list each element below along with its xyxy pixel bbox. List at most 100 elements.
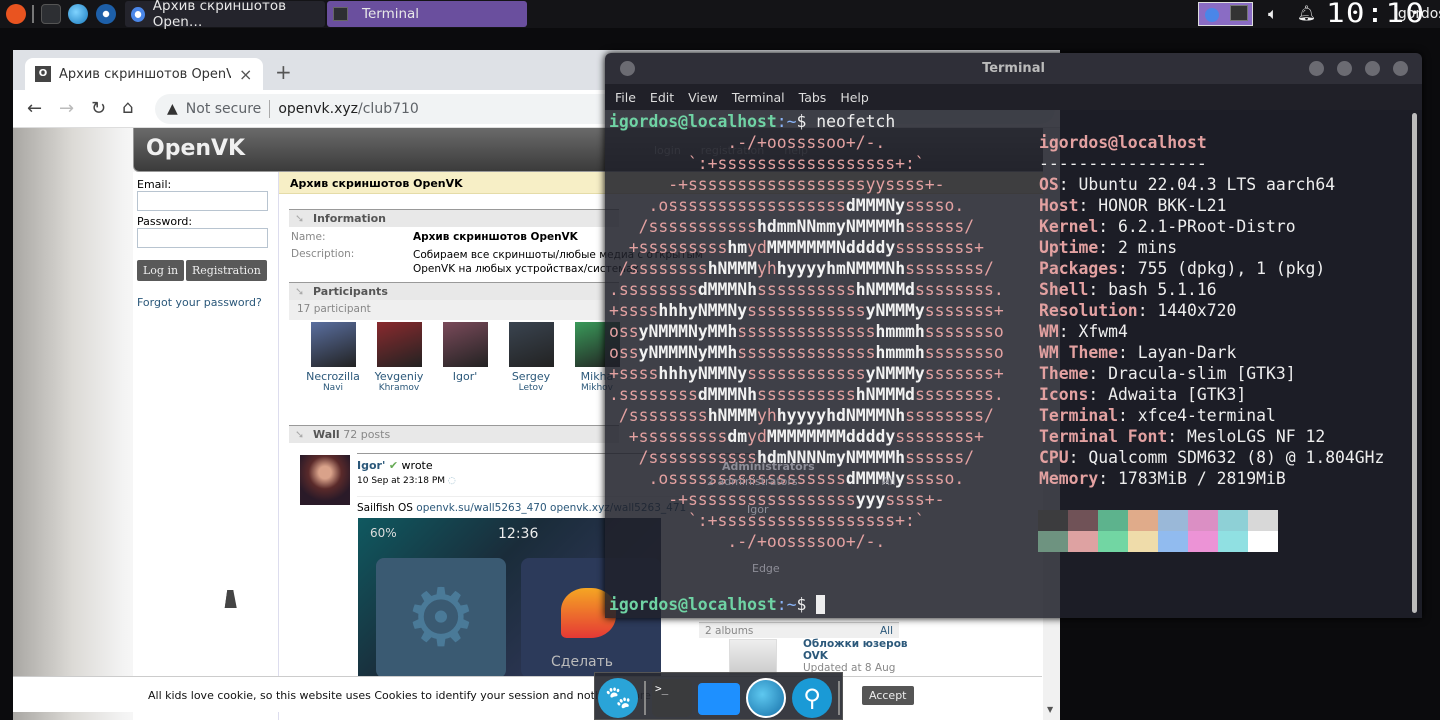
info-separator: -----------------: [1039, 154, 1207, 173]
info-row: Terminal Font: MesloLGS NF 12: [1039, 427, 1326, 446]
close-button[interactable]: [1393, 61, 1408, 76]
palette-swatch: [1158, 531, 1188, 552]
info-row: Shell: bash 5.1.16: [1039, 280, 1217, 299]
participant-avatar: [442, 322, 488, 367]
palette-swatch: [1248, 510, 1278, 531]
cookie-text: All kids love cookie, so this website us…: [148, 689, 655, 702]
terminal-icon: [333, 7, 348, 21]
art-line: /sssssssshNMMMyhhyyyyhdNMMMNhssssssss/: [609, 406, 994, 425]
browser-icon[interactable]: [746, 678, 786, 718]
openvk-logo[interactable]: OpenVK: [146, 136, 245, 161]
art-line: +sssshhhyNMMNyssssssssssssyNMMMysssssss+: [609, 364, 1004, 383]
reload-icon[interactable]: ↻: [91, 98, 106, 119]
participant[interactable]: Necrozilla Navi: [303, 322, 363, 393]
panel-separator: [32, 5, 34, 23]
art-line: .ossssssssssssssssssdMMMNysssso.: [609, 469, 965, 488]
favicon-icon: O: [35, 66, 51, 82]
info-header: igordos@localhost: [1039, 133, 1207, 152]
sticky-button[interactable]: [1309, 61, 1324, 76]
album-thumbnail[interactable]: [729, 639, 777, 675]
home-icon[interactable]: ⌂: [122, 97, 133, 118]
participant-avatar: [310, 322, 356, 367]
volume-icon[interactable]: 🔈︎: [1268, 4, 1278, 24]
participant[interactable]: Igor': [435, 322, 495, 383]
tab-active[interactable]: O Архив скриншотов OpenVK ×: [25, 58, 263, 90]
ubuntu-menu-icon[interactable]: [6, 4, 26, 24]
registration-button[interactable]: Registration: [186, 260, 267, 281]
information-header: Information: [289, 209, 619, 227]
email-field[interactable]: [137, 191, 268, 211]
terminal-scrollbar[interactable]: [1412, 113, 1417, 613]
participant[interactable]: Yevgeniy Khramov: [369, 322, 429, 393]
art-line: .-/+oossssoo+/-.: [609, 133, 886, 152]
art-line: `:+ssssssssssssssssss+:`: [609, 154, 925, 173]
maximize-button[interactable]: [1365, 61, 1380, 76]
art-line: -+sssssssssssssssssyyyssss+-: [609, 490, 945, 509]
window-menu-button[interactable]: [620, 61, 635, 76]
login-sidebar: Email: Password: Log in Registration For…: [133, 172, 279, 720]
cursor: [816, 595, 826, 614]
forward-icon[interactable]: →: [59, 98, 74, 119]
terminal-menubar: File Edit View Terminal Tabs Help: [605, 84, 1422, 110]
search-icon[interactable]: ⚲: [792, 678, 832, 718]
palette-swatch: [1188, 531, 1218, 552]
participant[interactable]: Sergey Letov: [501, 322, 561, 393]
settings-launcher-icon[interactable]: [96, 4, 116, 24]
gimp-icon[interactable]: 🐾︎: [598, 678, 638, 718]
menu-terminal[interactable]: Terminal: [732, 90, 785, 105]
password-field[interactable]: [137, 228, 268, 248]
art-line: /ssssssssssshdmmNNmmyNMMMMhssssss/: [609, 217, 975, 236]
palette-swatch: [1128, 510, 1158, 531]
menu-tabs[interactable]: Tabs: [799, 90, 827, 105]
albums-all-link[interactable]: All: [880, 625, 893, 637]
post-date[interactable]: 10 Sep at 23:18 PM: [357, 476, 445, 486]
notification-bell-icon[interactable]: 🔔︎: [1297, 4, 1316, 22]
info-row: WM: Xfwm4: [1039, 322, 1128, 341]
post-author[interactable]: Igor': [357, 459, 385, 472]
close-tab-icon[interactable]: ×: [239, 65, 252, 84]
info-row: Kernel: 6.2.1-PRoot-Distro: [1039, 217, 1296, 236]
menu-help[interactable]: Help: [840, 90, 869, 105]
mouse-cursor: [224, 590, 240, 608]
back-icon[interactable]: ←: [27, 98, 42, 119]
menu-edit[interactable]: Edit: [650, 90, 674, 105]
warning-icon: ▲: [167, 101, 178, 117]
login-button[interactable]: Log in: [137, 260, 185, 281]
neofetch-logo: .-/+oossssoo+/-. `:+ssssssssssssssssss+:…: [609, 132, 1004, 552]
palette-swatch: [1218, 531, 1248, 552]
workspace-switcher[interactable]: [1198, 2, 1253, 26]
task-label: Архив скриншотов Open…: [152, 0, 287, 30]
url-path: /club710: [358, 101, 419, 117]
tab-title: Архив скриншотов OpenVK: [59, 66, 231, 82]
neofetch-info: igordos@localhost ----------------- OS: Ub…: [1039, 132, 1384, 489]
prompt-line[interactable]: igordos@localhost:~$: [609, 594, 826, 615]
task-terminal[interactable]: Terminal: [327, 1, 527, 27]
terminal-titlebar[interactable]: Terminal: [605, 53, 1422, 84]
terminal-dock-icon[interactable]: >_: [652, 679, 692, 717]
art-line: +sssssssssdmydMMMMMMMMddddyssssssss+: [609, 427, 985, 446]
cookie-banner: All kids love cookie, so this website us…: [13, 676, 1042, 712]
files-icon[interactable]: [698, 683, 740, 715]
minimize-button[interactable]: [1337, 61, 1352, 76]
new-tab-button[interactable]: +: [275, 60, 292, 84]
palette-swatch: [1038, 531, 1068, 552]
task-browser[interactable]: Архив скриншотов Open…: [125, 0, 325, 30]
post-author-avatar[interactable]: [300, 455, 350, 505]
post-wrote: wrote: [401, 459, 433, 472]
user-menu[interactable]: igordos: [1394, 6, 1440, 22]
browser-launcher-icon[interactable]: [68, 4, 88, 24]
menu-view[interactable]: View: [688, 90, 718, 105]
art-line: +ssssssssshmydMMMMMMMNddddyssssssss+: [609, 238, 985, 257]
post-link[interactable]: openvk.su/wall5263_470: [416, 502, 546, 514]
cookie-accept-button[interactable]: Accept: [862, 686, 914, 705]
album-item[interactable]: Обложки юзеров OVK Updated at 8 Aug: [803, 638, 913, 674]
palette-swatch: [1158, 510, 1188, 531]
participant-avatar: [508, 322, 554, 367]
info-row: Resolution: 1440x720: [1039, 301, 1237, 320]
forgot-password-link[interactable]: Forgot your password?: [137, 296, 262, 309]
albums-header: 2 albums All: [699, 622, 899, 638]
palette-swatch: [1068, 510, 1098, 531]
terminal-launcher-icon[interactable]: [41, 4, 61, 24]
info-row: CPU: Qualcomm SDM632 (8) @ 1.804GHz: [1039, 448, 1385, 467]
menu-file[interactable]: File: [615, 90, 636, 105]
